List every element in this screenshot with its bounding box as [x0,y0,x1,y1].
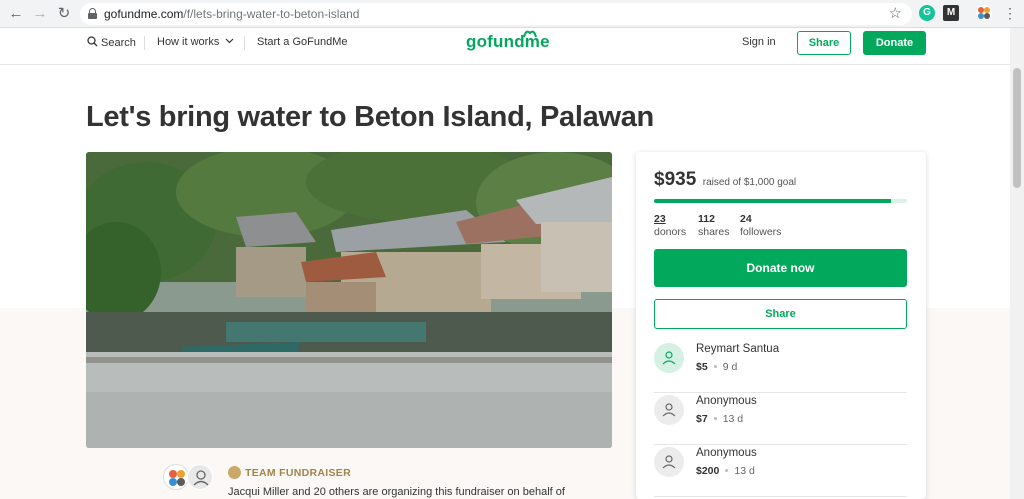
progress-fill [654,199,891,203]
donor-item: Anonymous $7 13 d [654,393,907,445]
donor-amount: $7 [696,413,708,425]
scrollbar-thumb[interactable] [1013,68,1021,188]
raised-summary: $935 raised of $1,000 goal [654,169,796,191]
donation-hand-icon [662,351,676,365]
how-it-works-link[interactable]: How it works [157,36,234,48]
page-scrollbar[interactable] [1010,28,1024,499]
share-card-button[interactable]: Share [654,299,907,329]
address-bar[interactable]: gofundme.com/f/lets-bring-water-to-beton… [80,3,912,25]
divider [244,36,245,50]
team-fundraiser-label: TEAM FUNDRAISER [245,467,351,479]
gofundme-logo[interactable]: gofundme [466,30,550,52]
donor-time: 13 d [734,465,755,477]
share-button[interactable]: Share [797,31,851,55]
dot-separator [713,416,717,420]
url-path: /f/lets-bring-water-to-beton-island [183,7,360,21]
divider [144,36,145,50]
donate-now-button[interactable]: Donate now [654,249,907,287]
donor-avatar [654,343,684,373]
site-header: Search How it works Start a GoFundMe gof… [0,28,1010,65]
donor-item: Reymart Santua $5 9 d [654,341,907,393]
donor-meta: $5 9 d [696,361,737,373]
bookmark-star-icon[interactable]: ☆ [889,4,902,22]
donor-meta: $200 13 d [696,465,755,477]
divider [654,496,907,497]
donor-name: Reymart Santua [696,343,780,355]
donor-amount: $200 [696,465,720,477]
forward-icon[interactable]: → [30,4,50,24]
grammarly-icon[interactable]: G [919,5,935,21]
back-icon[interactable]: ← [6,4,26,24]
donor-name: Anonymous [696,395,757,407]
logo-sprout-icon [523,30,537,38]
url-domain: gofundme.com [104,7,184,21]
how-it-works-label: How it works [157,36,220,48]
donor-name: Anonymous [696,447,757,459]
search-icon [87,36,98,47]
browser-menu-icon[interactable]: ⋮ [1003,5,1017,21]
stat-donors[interactable]: 23 donors [654,213,686,238]
donor-item: Anonymous $200 13 d [654,445,907,497]
progress-bar [654,199,907,203]
donor-amount: $5 [696,361,708,373]
lock-icon [88,8,97,19]
mendeley-icon[interactable]: M [943,5,959,21]
campaign-photo[interactable] [86,152,612,448]
stat-shares-label: shares [698,226,730,238]
goal-text: raised of $1,000 goal [702,177,797,188]
organizer-text: Jacqui Miller and 20 others are organizi… [228,486,565,498]
search-link[interactable]: Search [87,36,136,49]
browser-toolbar: ← → ↻ gofundme.com/f/lets-bring-water-to… [0,0,1024,28]
donation-hand-icon [662,403,676,417]
stat-shares: 112 shares [698,213,730,238]
co-organizer-avatar[interactable] [187,464,213,490]
donor-avatar [654,447,684,477]
reload-icon[interactable]: ↻ [54,4,74,24]
team-fundraiser-icon [228,466,241,479]
dot-separator [713,364,717,368]
user-icon [193,470,209,486]
stat-followers-value: 24 [740,213,752,225]
donor-time: 13 d [722,413,744,425]
start-gofundme-link[interactable]: Start a GoFundMe [257,36,348,48]
donor-avatar [654,395,684,425]
donor-meta: $7 13 d [696,413,743,425]
raised-amount: $935 [654,169,697,190]
stat-shares-value: 112 [698,213,715,225]
chevron-down-icon [225,38,234,44]
donate-button[interactable]: Donate [863,31,926,55]
puzzle-extension-icon[interactable] [976,5,992,21]
campaign-title: Let's bring water to Beton Island, Palaw… [86,101,654,133]
donation-hand-icon [662,455,676,469]
stat-followers-label: followers [740,226,782,238]
url-text[interactable]: gofundme.com/f/lets-bring-water-to-beton… [104,7,359,21]
organizer-avatar[interactable] [163,464,189,490]
donor-time: 9 d [722,361,738,373]
stat-followers: 24 followers [740,213,781,238]
donation-card: $935 raised of $1,000 goal 23 donors 112… [636,152,926,499]
search-label: Search [101,37,136,49]
dot-separator [725,468,729,472]
stat-donors-value: 23 [654,213,666,225]
sign-in-link[interactable]: Sign in [742,36,776,48]
stat-donors-label: donors [654,226,687,238]
